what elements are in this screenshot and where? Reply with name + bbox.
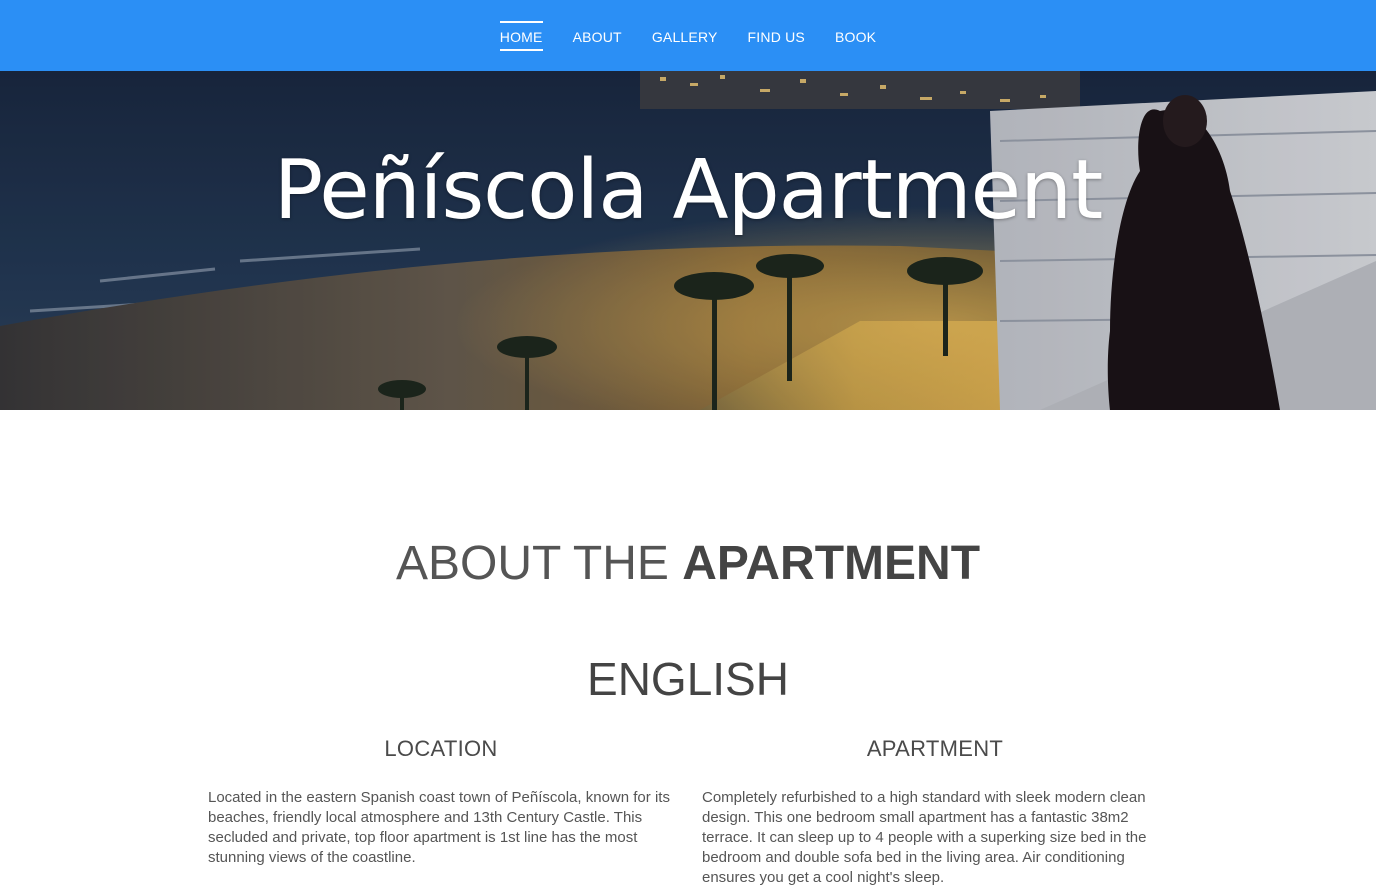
nav-item-about[interactable]: ABOUT — [573, 21, 622, 51]
apartment-title: APARTMENT — [866, 736, 1004, 761]
nav-item-gallery[interactable]: GALLERY — [652, 21, 718, 51]
hero-background-image — [0, 71, 1376, 410]
location-text: Located in the eastern Spanish coast tow… — [208, 789, 670, 866]
hero-banner: Peñíscola Apartment — [0, 71, 1376, 410]
about-section-heading: ABOUT THE APARTMENT — [0, 536, 1376, 591]
nav-menu: HOME ABOUT GALLERY FIND US BOOK — [0, 0, 1376, 71]
location-title: LOCATION — [384, 736, 498, 761]
apartment-column: APARTMENT Completely refurbished to a hi… — [702, 736, 1168, 888]
heading-light-part: ABOUT THE — [395, 537, 683, 590]
heading-bold-part: APARTMENT — [682, 537, 981, 590]
location-column: LOCATION Located in the eastern Spanish … — [208, 736, 674, 868]
nav-item-find-us[interactable]: FIND US — [748, 21, 805, 51]
top-navigation-bar: HOME ABOUT GALLERY FIND US BOOK — [0, 0, 1376, 71]
nav-item-home[interactable]: HOME — [499, 20, 543, 51]
nav-item-book[interactable]: BOOK — [835, 21, 876, 51]
language-heading: ENGLISH — [587, 653, 789, 705]
apartment-text: Completely refurbished to a high standar… — [702, 789, 1147, 886]
hero-title: Peñíscola Apartment — [273, 143, 1104, 238]
